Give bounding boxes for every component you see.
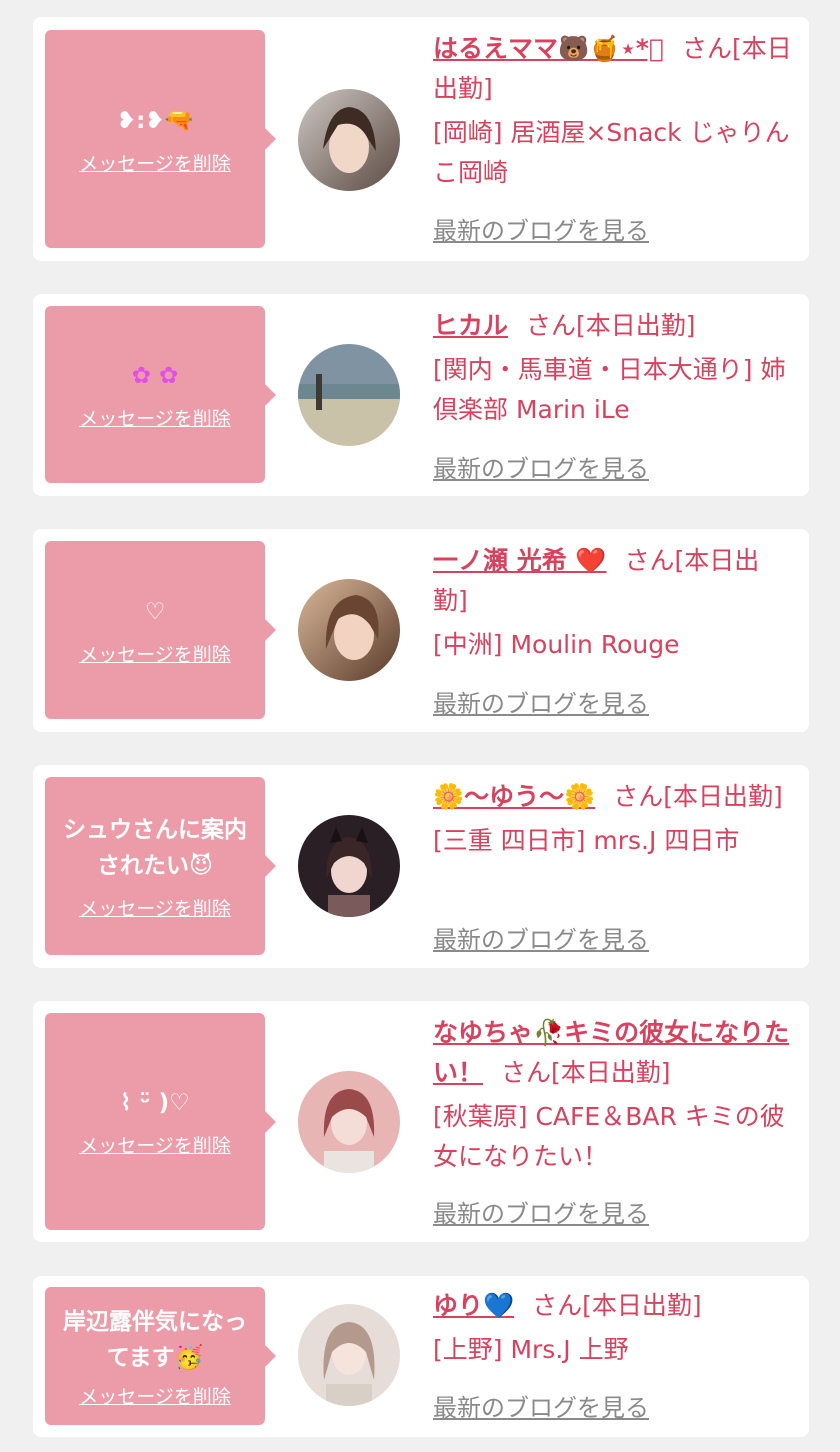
- avatar[interactable]: [298, 89, 400, 191]
- blog-link[interactable]: 最新のブログを見る: [433, 684, 649, 719]
- delete-message-link[interactable]: メッセージを削除: [79, 1131, 231, 1158]
- message-bubble: ❥:❥🔫 メッセージを削除: [45, 30, 276, 248]
- shop-text: [三重 四日市] mrs.J 四日市: [433, 826, 740, 855]
- friend-card: ❥:❥🔫 メッセージを削除 はるえママ🐻🍯⋆*ﾟ さん[本日出勤] [岡崎] 居酒…: [33, 17, 809, 261]
- avatar[interactable]: [298, 344, 400, 446]
- shop-text: [岡崎] 居酒屋×Snack じゃりんこ岡崎: [433, 118, 790, 187]
- friend-info: ヒカル さん[本日出勤] [関内・馬車道・日本大通り] 姉倶楽部 Marin iL…: [433, 306, 793, 430]
- friend-card: ⌇ ᵕ̈ )♡ メッセージを削除 なゆちゃ🥀キミの彼女になりたい！ さん[本日出勤…: [33, 1001, 809, 1242]
- message-text: ♡: [144, 598, 166, 625]
- message-text: 岸辺露伴気になってます🥳: [63, 1308, 247, 1371]
- friend-info: なゆちゃ🥀キミの彼女になりたい！ さん[本日出勤] [秋葉原] CAFE＆BAR …: [433, 1013, 793, 1177]
- message-text: ✿ ✿: [131, 363, 179, 389]
- friend-card: シュウさんに案内されたい😈 メッセージを削除 🌼〜ゆう〜🌼 さん[本日出勤] [三…: [33, 765, 809, 968]
- friend-name-link[interactable]: ゆり💙: [433, 1291, 514, 1320]
- friend-card: ♡ メッセージを削除 一ノ瀬 光希 ❤️ さん[本日出勤] [中洲] Moulin…: [33, 529, 809, 732]
- delete-message-link[interactable]: メッセージを削除: [79, 404, 231, 431]
- shop-text: [中洲] Moulin Rouge: [433, 630, 680, 659]
- shop-text: [秋葉原] CAFE＆BAR キミの彼女になりたい！: [433, 1102, 785, 1171]
- blog-link[interactable]: 最新のブログを見る: [433, 449, 649, 484]
- friend-info: ゆり💙 さん[本日出勤] [上野] Mrs.J 上野: [433, 1286, 793, 1370]
- friend-info: はるえママ🐻🍯⋆*ﾟ さん[本日出勤] [岡崎] 居酒屋×Snack じゃりんこ岡…: [433, 29, 793, 193]
- delete-message-link[interactable]: メッセージを削除: [79, 640, 231, 667]
- blog-link[interactable]: 最新のブログを見る: [433, 920, 649, 955]
- blog-link[interactable]: 最新のブログを見る: [433, 211, 649, 246]
- avatar[interactable]: [298, 1304, 400, 1406]
- shop-text: [関内・馬車道・日本大通り] 姉倶楽部 Marin iLe: [433, 355, 786, 424]
- delete-message-link[interactable]: メッセージを削除: [79, 149, 231, 176]
- friend-card: 岸辺露伴気になってます🥳 メッセージを削除 ゆり💙 さん[本日出勤] [上野] M…: [33, 1276, 809, 1437]
- message-bubble: 岸辺露伴気になってます🥳 メッセージを削除: [45, 1287, 276, 1425]
- friend-name-link[interactable]: 一ノ瀬 光希 ❤️: [433, 546, 607, 575]
- message-text: シュウさんに案内されたい😈: [63, 816, 247, 879]
- message-bubble: ✿ ✿ メッセージを削除: [45, 306, 276, 483]
- shop-text: [上野] Mrs.J 上野: [433, 1335, 629, 1364]
- status-text: さん[本日出勤]: [526, 311, 696, 340]
- friend-info: 🌼〜ゆう〜🌼 さん[本日出勤] [三重 四日市] mrs.J 四日市: [433, 777, 793, 861]
- message-text: ❥:❥🔫: [116, 107, 194, 134]
- avatar[interactable]: [298, 1071, 400, 1173]
- status-text: さん[本日出勤]: [501, 1058, 671, 1087]
- avatar[interactable]: [298, 579, 400, 681]
- friend-info: 一ノ瀬 光希 ❤️ さん[本日出勤] [中洲] Moulin Rouge: [433, 541, 793, 665]
- message-text: ⌇ ᵕ̈ )♡: [120, 1090, 190, 1116]
- status-text: さん[本日出勤]: [532, 1291, 702, 1320]
- avatar[interactable]: [298, 815, 400, 917]
- status-text: さん[本日出勤]: [613, 782, 783, 811]
- friend-name-link[interactable]: はるえママ🐻🍯⋆*ﾟ: [433, 34, 664, 63]
- delete-message-link[interactable]: メッセージを削除: [79, 894, 231, 921]
- blog-link[interactable]: 最新のブログを見る: [433, 1388, 649, 1423]
- message-bubble: ⌇ ᵕ̈ )♡ メッセージを削除: [45, 1013, 276, 1230]
- friend-name-link[interactable]: 🌼〜ゆう〜🌼: [433, 782, 595, 811]
- friend-card: ✿ ✿ メッセージを削除 ヒカル さん[本日出勤] [関内・馬車道・日本大通り] …: [33, 294, 809, 496]
- blog-link[interactable]: 最新のブログを見る: [433, 1194, 649, 1229]
- message-bubble: シュウさんに案内されたい😈 メッセージを削除: [45, 777, 276, 955]
- friend-name-link[interactable]: ヒカル: [433, 311, 508, 340]
- message-bubble: ♡ メッセージを削除: [45, 541, 276, 719]
- delete-message-link[interactable]: メッセージを削除: [79, 1382, 231, 1409]
